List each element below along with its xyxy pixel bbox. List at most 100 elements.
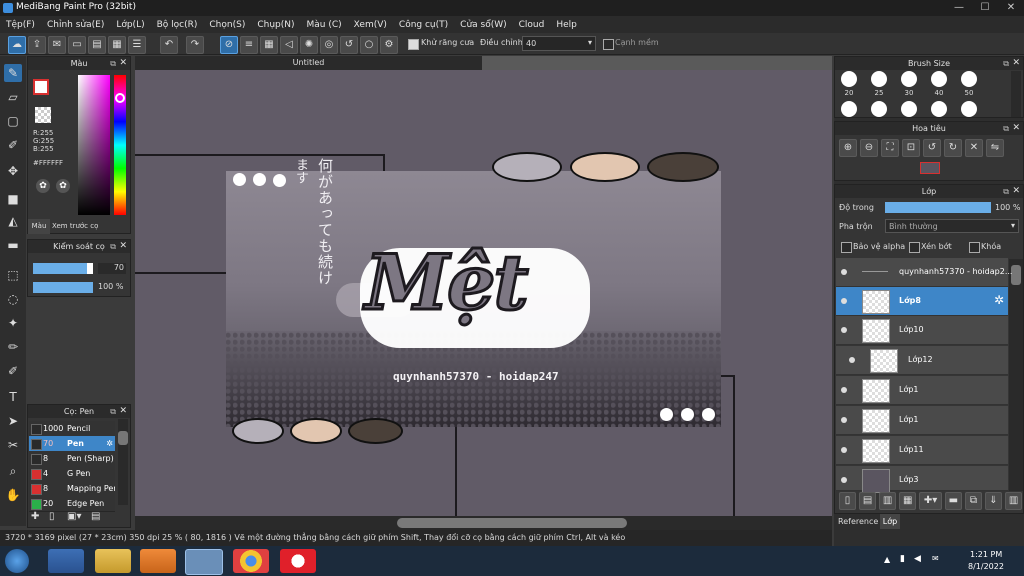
list-item[interactable]: 4G Pen	[29, 466, 115, 482]
export-icon[interactable]: ⇪	[28, 36, 46, 54]
eye-icon[interactable]	[841, 327, 847, 333]
list-item[interactable]: 70 Pen ✲	[29, 436, 115, 452]
lock-checkbox[interactable]	[969, 242, 980, 253]
file-explorer-icon[interactable]	[95, 549, 131, 573]
duplicate-layer-icon[interactable]: ⧉	[964, 492, 982, 510]
layer-row[interactable]: Lớp12	[836, 346, 1008, 375]
menu-layer[interactable]: Lớp(L)	[110, 20, 150, 30]
add-brush-icon[interactable]: ✚	[31, 511, 45, 525]
medibang-taskbar-icon[interactable]	[185, 549, 223, 575]
pin-icon[interactable]: ⧉	[110, 57, 116, 70]
close-icon[interactable]: ✕	[1012, 57, 1020, 70]
rotate-left-icon[interactable]: ↺	[923, 139, 941, 157]
brush-size-scrollbar[interactable]	[1011, 71, 1021, 117]
fill-tool-icon[interactable]: ◭	[4, 212, 22, 230]
foreground-color-swatch[interactable]	[33, 79, 49, 95]
eye-icon[interactable]	[841, 387, 847, 393]
undo-icon[interactable]: ↶	[160, 36, 178, 54]
curve-snap-icon[interactable]: ↺	[340, 36, 358, 54]
eye-icon[interactable]	[841, 298, 847, 304]
new-8bit-layer-icon[interactable]: ▥	[879, 492, 897, 510]
zoom-out-icon[interactable]: ⊖	[860, 139, 878, 157]
grid-snap-icon[interactable]: ▦	[260, 36, 278, 54]
gradient-tool-icon[interactable]: ▬	[4, 236, 22, 254]
close-icon[interactable]: ✕	[1012, 122, 1020, 135]
comment-icon[interactable]: ✉	[48, 36, 66, 54]
layer-opacity-slider[interactable]	[885, 202, 991, 213]
brush-size-preset[interactable]	[931, 71, 947, 87]
palette-icon[interactable]: ✿	[36, 179, 50, 193]
close-button[interactable]: ✕	[998, 0, 1024, 16]
protect-alpha-checkbox[interactable]	[841, 242, 852, 253]
brush-opacity-slider[interactable]	[33, 282, 93, 293]
document-icon[interactable]: ▤	[88, 36, 106, 54]
snap-off-icon[interactable]: ⊘	[220, 36, 238, 54]
horizontal-scrollbar[interactable]	[135, 516, 832, 530]
layer-scrollbar[interactable]	[1009, 259, 1023, 491]
tab-color[interactable]: Màu	[28, 219, 50, 234]
trash-icon[interactable]: ▥	[1005, 492, 1023, 510]
antialias-checkbox[interactable]	[408, 39, 419, 50]
layer-row[interactable]: Lớp8 ✲	[836, 287, 1008, 316]
pin-icon[interactable]: ⧉	[1003, 185, 1009, 198]
eye-icon[interactable]	[841, 269, 847, 275]
menu-window[interactable]: Cửa sổ(W)	[454, 20, 512, 30]
menu-file[interactable]: Tệp(F)	[0, 20, 41, 30]
circle-snap-icon[interactable]: ◎	[320, 36, 338, 54]
ellipse-snap-icon[interactable]: ○	[360, 36, 378, 54]
brush-tool-icon[interactable]: ✎	[4, 64, 22, 82]
layer-row[interactable]: Lớp10	[836, 316, 1008, 345]
brush-size-slider[interactable]	[33, 263, 93, 274]
internet-explorer-icon[interactable]	[48, 549, 84, 573]
magic-wand-icon[interactable]: ✦	[4, 314, 22, 332]
cloud-icon[interactable]: ☁	[8, 36, 26, 54]
eye-icon[interactable]	[841, 447, 847, 453]
minimize-button[interactable]: —	[946, 0, 972, 16]
adjust-select[interactable]: 40 ▾	[522, 36, 596, 51]
copy-brush-icon[interactable]: ▣▾	[67, 511, 87, 525]
chrome-icon[interactable]	[233, 549, 269, 573]
menu-tools[interactable]: Công cụ(T)	[393, 20, 454, 30]
zoom-in-icon[interactable]: ⊕	[839, 139, 857, 157]
new-page-icon[interactable]: ▯	[49, 511, 63, 525]
select-tool-icon[interactable]: ⬚	[4, 266, 22, 284]
menu-select[interactable]: Chọn(S)	[203, 20, 251, 30]
new-layer-icon[interactable]: ▯	[839, 492, 857, 510]
volume-icon[interactable]: ◀	[914, 554, 921, 564]
delete-icon[interactable]: ▤	[91, 511, 105, 525]
brush-size-preset[interactable]	[841, 71, 857, 87]
gear-icon[interactable]: ✲	[994, 293, 1004, 307]
brush-size-value[interactable]: 70	[98, 263, 126, 274]
dot-tool-icon[interactable]: ▢	[4, 112, 22, 130]
list-item[interactable]: 1000 Pencil	[29, 421, 115, 437]
pin-icon[interactable]: ⧉	[1003, 57, 1009, 70]
brush-list-scrollbar[interactable]	[118, 419, 128, 505]
brush-size-preset[interactable]	[871, 71, 887, 87]
keyboard-icon[interactable]: ✉	[932, 554, 939, 563]
parallel-snap-icon[interactable]: ≡	[240, 36, 258, 54]
hue-handle[interactable]	[115, 93, 125, 103]
color-picker-square[interactable]	[78, 75, 110, 215]
new-halftone-layer-icon[interactable]: ▤	[859, 492, 877, 510]
artwork[interactable]: 何があっても続け ます Mệt quynhanh57370 - hoidap24…	[135, 70, 832, 516]
brush-size-preset[interactable]	[871, 101, 887, 117]
tab-layer[interactable]: Lớp	[880, 514, 900, 529]
document-tab[interactable]: Untitled	[135, 56, 482, 70]
actual-size-icon[interactable]: ⊡	[902, 139, 920, 157]
brush-size-preset[interactable]	[841, 101, 857, 117]
menu-help[interactable]: Help	[550, 20, 583, 30]
page-icon[interactable]: ▭	[68, 36, 86, 54]
menu-filter[interactable]: Bộ lọc(R)	[151, 20, 204, 30]
brush-size-preset[interactable]	[901, 101, 917, 117]
blur-tool-icon[interactable]: ✐	[4, 136, 22, 154]
transparent-swatch[interactable]	[35, 107, 51, 123]
eraser-tool-icon[interactable]: ▱	[4, 88, 22, 106]
add-layer-menu-icon[interactable]: ✚▾	[919, 492, 942, 510]
pin-icon[interactable]: ⧉	[110, 405, 116, 418]
brush-size-preset[interactable]	[961, 71, 977, 87]
perspective-snap-icon[interactable]: ◁	[280, 36, 298, 54]
menu-snap[interactable]: Chụp(N)	[251, 20, 300, 30]
gear-icon[interactable]: ✲	[106, 436, 113, 451]
layer-row[interactable]: Lớp11	[836, 436, 1008, 465]
tab-reference[interactable]: Reference	[836, 514, 880, 529]
